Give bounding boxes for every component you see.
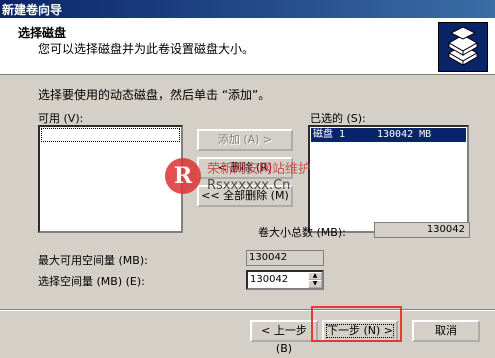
available-disks-list[interactable] — [38, 125, 183, 233]
selected-label: 已选的 (S): — [310, 112, 366, 125]
available-label: 可用 (V): — [38, 112, 84, 125]
disk-size: 130042 MB — [377, 129, 432, 140]
separator — [0, 309, 495, 311]
spin-down-icon[interactable]: ▼ — [308, 280, 322, 288]
watermark-url: Rsxxxxxx.Cn — [207, 178, 291, 193]
add-button[interactable]: 添加 (A) > — [197, 129, 293, 151]
instruction-text: 选择要使用的动态磁盘，然后单击 “添加”。 — [38, 88, 271, 102]
page-subtitle: 您可以选择磁盘并为此卷设置磁盘大小。 — [38, 42, 255, 56]
list-item[interactable]: 磁盘 1 130042 MB — [311, 128, 466, 142]
title-bar: 新建卷向导 — [0, 0, 495, 18]
max-space-label: 最大可用空间量 (MB): — [38, 254, 148, 267]
max-space-value: 130042 — [246, 250, 324, 266]
watermark-text: 荣新网安网站维护 — [207, 162, 312, 177]
watermark-logo-icon: R — [165, 158, 201, 194]
total-size-value: 130042 — [374, 222, 470, 238]
select-space-label: 选择空间量 (MB) (E): — [38, 275, 145, 288]
highlight-box — [311, 306, 402, 342]
disk-stack-icon — [438, 22, 488, 72]
wizard-header: 选择磁盘 您可以选择磁盘并为此卷设置磁盘大小。 — [0, 18, 495, 75]
total-size-label: 卷大小总数 (MB): — [258, 226, 346, 239]
space-amount-stepper[interactable]: 130042 ▲ ▼ — [246, 270, 324, 290]
disk-name: 磁盘 1 — [313, 129, 346, 140]
watermark: R 荣新网安网站维护 Rsxxxxxx.Cn — [165, 156, 375, 208]
page-title: 选择磁盘 — [18, 26, 67, 40]
focus-rect — [41, 128, 180, 142]
spin-up-icon[interactable]: ▲ — [308, 272, 322, 280]
space-amount-value: 130042 — [250, 274, 289, 285]
back-button[interactable]: < 上一步 (B) — [250, 320, 318, 355]
cancel-button[interactable]: 取消 — [412, 320, 480, 342]
window-title: 新建卷向导 — [2, 3, 63, 17]
